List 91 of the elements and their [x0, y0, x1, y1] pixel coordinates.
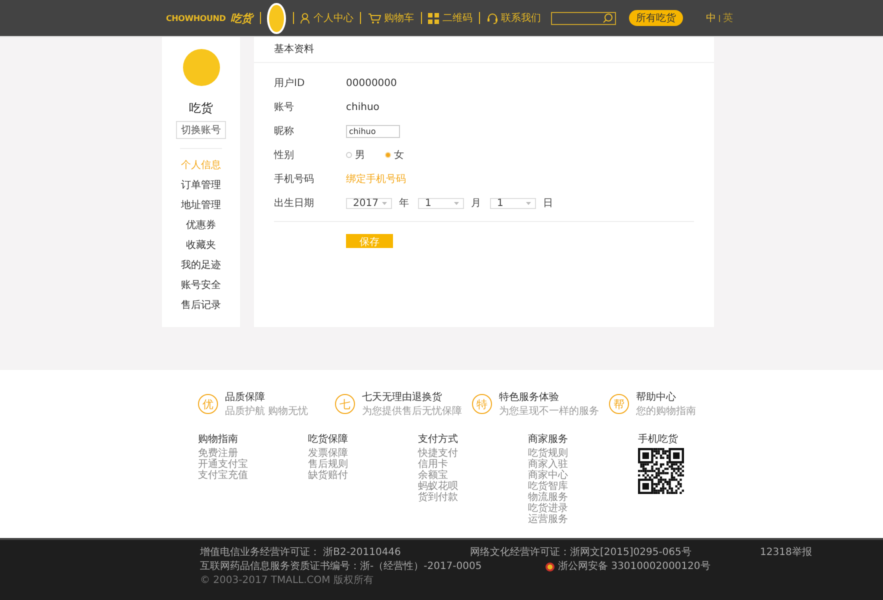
radio-option[interactable]: 女: [385, 148, 404, 162]
caret-icon: [454, 202, 459, 204]
copyright-text: © 2003-2017 TMALL.COM 版权所有: [200, 574, 374, 588]
emblem-icon: [545, 562, 555, 572]
feature-subtitle: 为您提供售后无忧保障: [362, 404, 462, 418]
caret-icon: [382, 202, 387, 204]
radio-option[interactable]: 男: [346, 148, 365, 162]
license-text: 网络文化经营许可证：浙网文[2015]0295-065号: [470, 546, 692, 560]
cart-icon: [368, 12, 381, 24]
column-title: 吃货保障: [308, 432, 349, 446]
date-select[interactable]: 2017: [346, 198, 392, 208]
footer-link[interactable]: 吃货进录: [528, 503, 568, 514]
field-label: 昵称: [274, 125, 295, 138]
footer-link[interactable]: 吃货智库: [528, 481, 568, 492]
field-value: 00000000: [346, 78, 397, 88]
sidebar-item[interactable]: 优惠券: [186, 216, 216, 236]
nav-link[interactable]: 二维码: [428, 11, 472, 25]
badge-icon: 七: [335, 394, 355, 414]
nav-link[interactable]: 购物车: [368, 11, 414, 25]
footer-link[interactable]: 快捷支付: [418, 448, 458, 459]
column-title: 商家服务: [528, 432, 569, 446]
footer-link[interactable]: 信用卡: [418, 459, 448, 470]
nickname-field[interactable]: chihuo: [346, 124, 400, 138]
column-title: 手机吃货: [638, 432, 679, 446]
date-select[interactable]: 1: [418, 198, 464, 208]
person-icon: [300, 12, 310, 24]
footer-link[interactable]: 缺货赔付: [308, 470, 348, 481]
radio-icon[interactable]: [385, 152, 391, 158]
footer-link[interactable]: 货到付款: [418, 492, 458, 503]
search-icon: [602, 13, 613, 23]
field-label: 手机号码: [274, 172, 315, 186]
switch-account-button[interactable]: 切换账号: [176, 121, 226, 139]
feature-subtitle: 您的购物指南: [636, 404, 696, 418]
nav-link[interactable]: 个人中心: [300, 11, 354, 25]
badge-icon: 特: [472, 394, 492, 414]
badge-icon: 帮: [609, 394, 629, 414]
field-label: 账号: [274, 100, 295, 114]
date-unit: 月: [471, 197, 481, 210]
footer-link[interactable]: 蚂蚁花呗: [418, 481, 458, 492]
field-label: 性别: [274, 148, 295, 162]
column-title: 购物指南: [198, 432, 239, 446]
feature-title: 帮助中心: [636, 390, 677, 404]
license-text: 12318举报: [760, 546, 812, 560]
feature-subtitle: 品质护航 购物无忧: [225, 404, 308, 418]
sidebar-item[interactable]: 收藏夹: [186, 236, 216, 256]
date-unit: 日: [543, 197, 553, 210]
field-label: 出生日期: [274, 196, 315, 210]
logo-text[interactable]: CHOWHOUND: [166, 14, 226, 22]
license-text: 互联网药品信息服务资质证书编号：浙-（经营性）-2017-0005: [200, 560, 483, 574]
field-value: chihuo: [346, 102, 380, 112]
footer-link[interactable]: 免费注册: [198, 448, 238, 459]
footer-link[interactable]: 售后规则: [308, 459, 348, 470]
footer-link[interactable]: 支付宝充值: [198, 470, 248, 481]
column-title: 支付方式: [418, 432, 459, 446]
footer-link[interactable]: 开通支付宝: [198, 459, 248, 470]
footer-link[interactable]: 余额宝: [418, 470, 448, 481]
field-label: 用户ID: [274, 76, 306, 90]
search-field[interactable]: [550, 12, 616, 24]
feature-subtitle: 为您呈现不一样的服务: [499, 404, 599, 418]
section-title: 基本资料: [254, 37, 714, 63]
nav-link[interactable]: 联系我们: [486, 11, 541, 25]
radio-icon[interactable]: [346, 152, 352, 158]
caret-icon: [526, 202, 531, 204]
avatar: [267, 2, 286, 34]
sidebar-item[interactable]: 我的足迹: [181, 256, 221, 276]
headset-icon: [486, 12, 498, 24]
sidebar-item[interactable]: 售后记录: [181, 296, 221, 316]
qr-code-icon: [638, 448, 684, 494]
badge-icon: 优: [198, 394, 218, 414]
feature-title: 特色服务体验: [499, 390, 560, 404]
license-text: 增值电信业务经营许可证： 浙B2-20110446: [200, 546, 402, 560]
footer-link[interactable]: 商家入驻: [528, 459, 568, 470]
language-link[interactable]: 英: [722, 11, 733, 25]
feature-title: 七天无理由退换货: [362, 390, 443, 404]
logo-text[interactable]: 吃货: [230, 10, 253, 26]
footer-link[interactable]: 商家中心: [528, 470, 568, 481]
sidebar-item[interactable]: 订单管理: [181, 176, 221, 196]
feature-title: 品质保障: [225, 390, 266, 404]
language-link[interactable]: 中: [706, 11, 716, 25]
username: 吃货: [189, 100, 213, 117]
avatar: [182, 49, 220, 86]
sidebar-item[interactable]: 账号安全: [181, 276, 221, 296]
date-unit: 年: [399, 197, 409, 210]
footer-link[interactable]: 物流服务: [528, 492, 568, 503]
search-button[interactable]: 所有吃货: [628, 10, 683, 26]
sidebar-item[interactable]: 地址管理: [181, 196, 221, 216]
footer-link[interactable]: 发票保障: [308, 448, 348, 459]
footer-link[interactable]: 运营服务: [528, 514, 568, 525]
license-text: 浙公网安备 33010002000120号: [558, 560, 710, 574]
date-select[interactable]: 1: [490, 198, 536, 208]
footer-link[interactable]: 吃货规则: [528, 448, 568, 459]
